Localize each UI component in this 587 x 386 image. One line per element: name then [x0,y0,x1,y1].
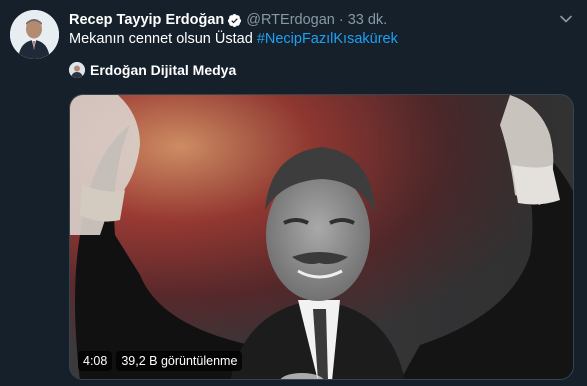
video-player[interactable]: 4:08 39,2 B görüntülenme [69,94,574,380]
source-avatar [69,62,85,78]
hashtag-link[interactable]: #NecipFazılKısakürek [257,31,398,47]
tweet-text-body: Mekanın cennet olsun Üstad [69,31,257,47]
tweet-text: Mekanın cennet olsun Üstad #NecipFazılKı… [69,31,398,47]
tweet-timestamp[interactable]: 33 dk. [348,12,388,28]
verified-badge-icon [227,13,242,28]
source-name[interactable]: Erdoğan Dijital Medya [90,62,236,78]
video-thumbnail [70,95,573,379]
tweet-card[interactable]: Recep Tayyip Erdoğan @RTErdogan · 33 dk.… [0,0,587,386]
author-handle[interactable]: @RTErdogan [246,12,335,28]
meta-separator: · [338,12,344,28]
author-name[interactable]: Recep Tayyip Erdoğan [69,12,224,28]
video-view-count: 39,2 B görüntülenme [116,351,243,371]
chevron-down-icon[interactable] [559,12,573,26]
video-source[interactable]: Erdoğan Dijital Medya [69,61,236,79]
author-avatar[interactable] [10,10,59,59]
video-duration: 4:08 [78,351,113,371]
